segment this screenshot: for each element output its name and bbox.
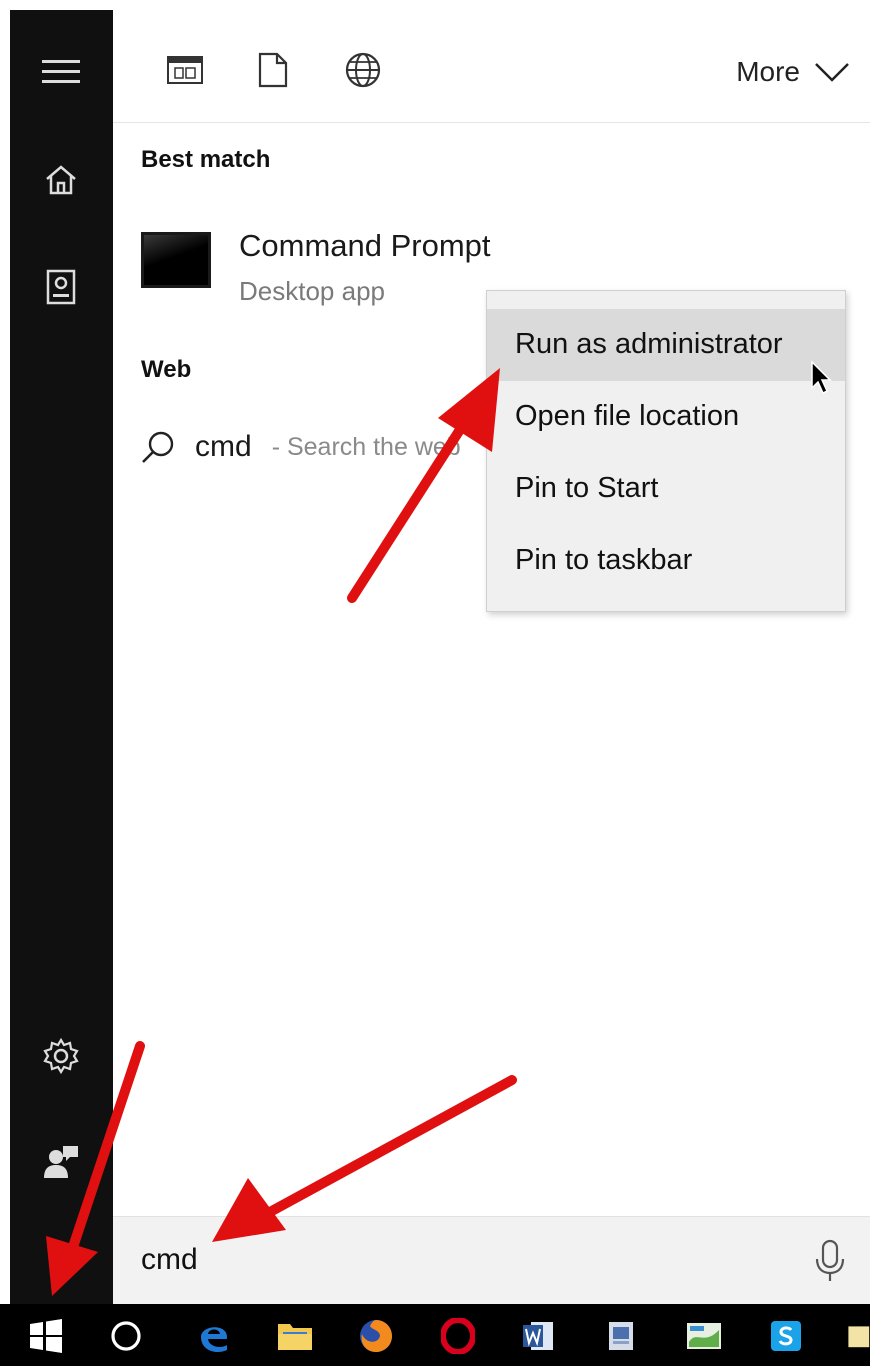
windows-start-icon[interactable] [26, 1316, 66, 1356]
chevron-down-icon [815, 63, 849, 82]
open-file-location-item[interactable]: Open file location [487, 381, 845, 453]
documents-filter-icon[interactable] [253, 50, 293, 90]
web-search-result[interactable]: cmd - Search the web [141, 422, 461, 472]
result-subtitle: Desktop app [239, 276, 385, 306]
more-label: More [736, 56, 800, 87]
search-input[interactable]: cmd [141, 1243, 198, 1277]
pin-to-taskbar-item[interactable]: Pin to taskbar [487, 525, 845, 597]
pin-to-start-item[interactable]: Pin to Start [487, 453, 845, 525]
settings-icon[interactable] [39, 1034, 83, 1078]
cortana-icon[interactable] [106, 1316, 146, 1356]
run-as-administrator-item[interactable]: Run as administrator [487, 309, 845, 381]
feedback-icon[interactable] [39, 1140, 83, 1184]
start-menu-screenshot: More Best match Command Prompt Desktop a… [0, 0, 870, 1366]
best-match-heading: Best match [141, 146, 271, 173]
folder-icon[interactable] [846, 1316, 870, 1356]
web-filter-icon[interactable] [343, 50, 383, 90]
apps-filter-icon[interactable] [165, 50, 205, 90]
edge-icon[interactable] [194, 1316, 234, 1356]
result-title: Command Prompt [239, 228, 491, 263]
taskbar [0, 1304, 870, 1366]
web-heading: Web [141, 356, 192, 383]
skype-icon[interactable] [766, 1316, 806, 1356]
word-icon[interactable] [518, 1316, 558, 1356]
notebook-icon[interactable] [39, 265, 83, 309]
home-icon[interactable] [39, 158, 83, 202]
web-query-text: cmd [195, 430, 252, 463]
search-results-panel: More Best match Command Prompt Desktop a… [113, 10, 870, 1304]
more-filters-button[interactable]: More [736, 54, 850, 90]
opera-icon[interactable] [438, 1316, 478, 1356]
web-search-suffix: - Search the web [271, 432, 461, 461]
context-menu: Run as administrator Open file location … [486, 290, 846, 612]
start-left-rail [10, 10, 113, 1304]
firefox-icon[interactable] [356, 1316, 396, 1356]
file-explorer-icon[interactable] [275, 1316, 315, 1356]
microphone-icon[interactable] [812, 1239, 848, 1283]
search-icon [142, 431, 174, 463]
search-box[interactable]: cmd [113, 1216, 870, 1305]
mouse-cursor-icon [811, 360, 832, 395]
command-prompt-icon [141, 232, 211, 288]
menu-icon[interactable] [39, 50, 83, 94]
app-icon[interactable] [601, 1316, 641, 1356]
app-icon-2[interactable] [684, 1316, 724, 1356]
filter-toolbar: More [113, 10, 870, 123]
